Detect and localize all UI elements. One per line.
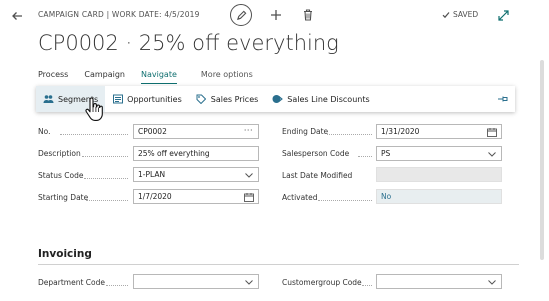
checkmark-icon xyxy=(442,11,450,18)
last-date-modified-label: Last Date Modified xyxy=(282,171,353,180)
department-code-select[interactable] xyxy=(133,274,259,289)
description-field[interactable]: 25% off everything xyxy=(133,146,259,161)
breadcrumb: CAMPAIGN CARD | WORK DATE: 4/5/2019 xyxy=(38,10,200,19)
customergroup-code-leader-dots xyxy=(362,285,372,286)
department-code-leader-dots xyxy=(106,285,128,286)
expand-button[interactable] xyxy=(496,8,510,22)
page-title: CP0002 · 25% off everything xyxy=(38,31,339,55)
menu-item-more-options[interactable]: More options xyxy=(201,70,253,84)
chevron-down-icon xyxy=(487,149,497,159)
customergroup-code-select[interactable] xyxy=(376,274,502,289)
plus-icon xyxy=(271,10,281,20)
ellipsis-icon[interactable]: ··· xyxy=(244,126,253,135)
last-date-modified-field xyxy=(376,167,502,182)
activated-leader-dots xyxy=(318,200,372,201)
sales-line-discounts-action[interactable]: Sales Line Discounts xyxy=(265,86,376,112)
expand-icon xyxy=(497,9,509,21)
chevron-down-icon xyxy=(244,277,254,287)
chevron-down-icon xyxy=(487,277,497,287)
new-button[interactable] xyxy=(268,7,284,23)
discount-icon xyxy=(272,94,284,105)
trash-icon xyxy=(304,9,312,21)
status-code-leader-dots xyxy=(84,178,128,179)
action-bar: Segments Opportunities Sales Prices Sale… xyxy=(36,86,515,112)
salesperson-code-select[interactable]: PS xyxy=(376,146,502,161)
sales-prices-action[interactable]: Sales Prices xyxy=(189,86,266,112)
status-code-value: 1-PLAN xyxy=(138,170,166,179)
customergroup-code-label: Customergroup Code xyxy=(282,278,362,287)
salesperson-code-leader-dots xyxy=(358,156,372,157)
department-code-label: Department Code xyxy=(38,278,105,287)
starting-date-leader-dots xyxy=(86,200,128,201)
opportunities-action[interactable]: Opportunities xyxy=(105,86,189,112)
menu-item-campaign[interactable]: Campaign xyxy=(84,70,125,84)
salesperson-code-value: PS xyxy=(381,149,391,158)
delete-button[interactable] xyxy=(300,7,316,23)
starting-date-value: 1/7/2020 xyxy=(138,192,172,201)
chevron-down-icon xyxy=(244,170,254,180)
activated-value: No xyxy=(381,192,392,201)
ending-date-leader-dots xyxy=(327,134,372,135)
activated-field: No xyxy=(376,189,502,204)
no-field[interactable]: CP0002 ··· xyxy=(133,124,259,139)
back-arrow-icon[interactable] xyxy=(8,7,26,25)
saved-label: SAVED xyxy=(453,10,479,19)
opportunities-label: Opportunities xyxy=(127,94,182,104)
pin-icon[interactable] xyxy=(497,93,509,105)
sales-line-discounts-label: Sales Line Discounts xyxy=(287,94,370,104)
opportunities-icon xyxy=(112,94,123,105)
vertical-scrollbar[interactable] xyxy=(540,60,544,260)
people-icon xyxy=(43,94,54,105)
top-bar: CAMPAIGN CARD | WORK DATE: 4/5/2019 SAVE… xyxy=(0,0,549,30)
calendar-icon[interactable] xyxy=(244,192,254,202)
saved-status: SAVED xyxy=(442,10,478,19)
no-value: CP0002 xyxy=(138,127,167,136)
invoicing-section-title[interactable]: Invoicing xyxy=(38,248,92,260)
description-value: 25% off everything xyxy=(138,149,210,158)
no-leader-dots xyxy=(60,134,128,135)
section-divider xyxy=(38,264,519,265)
sales-prices-label: Sales Prices xyxy=(210,94,259,104)
menu-item-navigate[interactable]: Navigate xyxy=(141,70,177,84)
edit-button[interactable] xyxy=(230,4,252,26)
description-leader-dots xyxy=(82,156,128,157)
menu-item-process[interactable]: Process xyxy=(38,70,68,84)
calendar-icon[interactable] xyxy=(487,127,497,137)
ending-date-value: 1/31/2020 xyxy=(381,127,420,136)
price-tag-icon xyxy=(196,94,207,105)
starting-date-field[interactable]: 1/7/2020 xyxy=(133,189,259,204)
menu-bar: Process Campaign Navigate More options xyxy=(38,70,269,84)
pencil-icon xyxy=(236,10,246,20)
status-code-select[interactable]: 1-PLAN xyxy=(133,167,259,182)
ending-date-field[interactable]: 1/31/2020 xyxy=(376,124,502,139)
hand-cursor-icon xyxy=(85,97,103,121)
